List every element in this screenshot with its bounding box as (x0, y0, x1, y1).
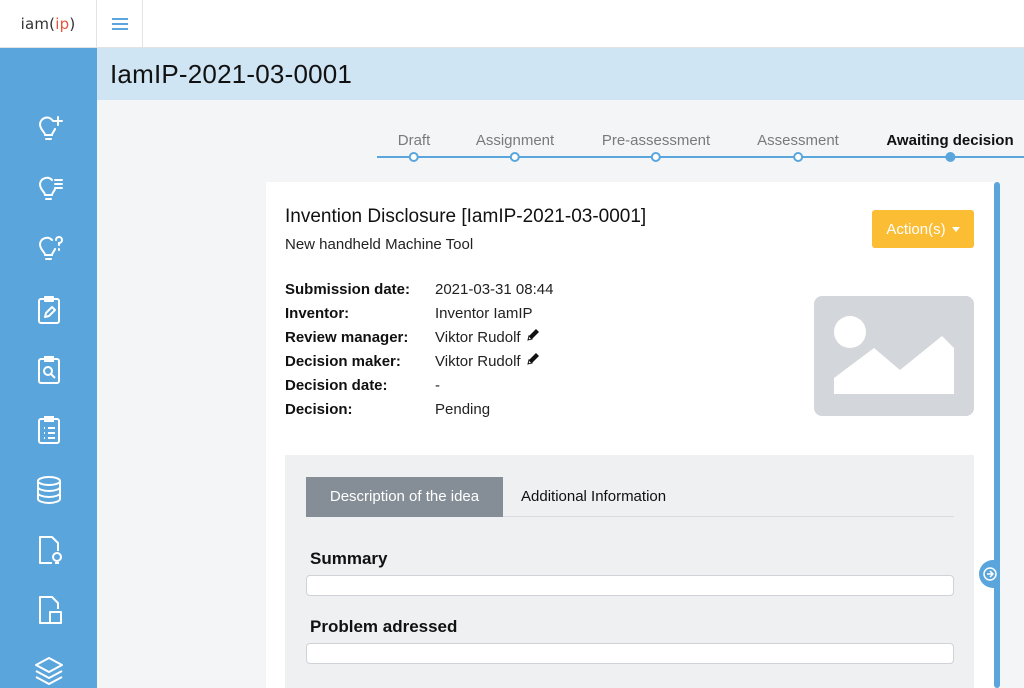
details-panel: Description of the idea Additional Infor… (285, 455, 974, 688)
step-draft[interactable]: Draft (398, 126, 430, 162)
problem-field[interactable] (306, 643, 954, 664)
decision-maker-value: Viktor Rudolf (435, 353, 521, 370)
clipboard-edit-icon[interactable] (0, 280, 97, 340)
logo-text: iam(ip) (20, 15, 76, 33)
sidebar (0, 48, 97, 688)
step-awaiting-decision[interactable]: Awaiting decision (886, 126, 1014, 162)
hamburger-menu-icon[interactable] (97, 0, 143, 48)
tab-additional-information[interactable]: Additional Information (505, 477, 682, 517)
page-title: IamIP-2021-03-0001 (110, 58, 353, 89)
card-title: Invention Disclosure [IamIP-2021-03-0001… (285, 206, 647, 227)
actions-button-label: Action(s) (886, 220, 946, 238)
layers-icon[interactable] (0, 640, 97, 688)
meta-list: Submission date: 2021-03-31 08:44 Invento… (285, 278, 553, 422)
image-placeholder-icon (814, 296, 974, 416)
meta-row: Decision: Pending (285, 401, 491, 418)
problem-heading: Problem adressed (310, 617, 458, 636)
document-copy-icon[interactable] (0, 580, 97, 640)
top-bar: iam(ip) (0, 0, 1024, 48)
pencil-icon[interactable] (526, 350, 541, 374)
workflow-stepper: Draft Assignment Pre-assessment Assessme… (377, 126, 1024, 166)
caret-down-icon (951, 226, 960, 232)
meta-row: Inventor: Inventor IamIP (285, 305, 533, 322)
title-bar: IamIP-2021-03-0001 (97, 48, 1024, 100)
meta-row: Review manager: Viktor Rudolf (285, 326, 553, 350)
step-pre-assessment[interactable]: Pre-assessment (602, 126, 710, 162)
step-assessment[interactable]: Assessment (757, 126, 839, 162)
disclosure-card: Invention Disclosure [IamIP-2021-03-0001… (266, 182, 996, 688)
review-manager-value: Viktor Rudolf (435, 329, 521, 346)
arrow-right-icon[interactable] (979, 560, 1000, 588)
meta-row: Decision date: - (285, 377, 440, 394)
clipboard-search-icon[interactable] (0, 340, 97, 400)
card-scrollbar[interactable] (994, 182, 1000, 688)
meta-row: Decision maker: Viktor Rudolf (285, 350, 553, 374)
logo[interactable]: iam(ip) (0, 0, 97, 48)
meta-row: Submission date: 2021-03-31 08:44 (285, 281, 554, 298)
pencil-icon[interactable] (526, 326, 541, 350)
document-lightbulb-icon[interactable] (0, 520, 97, 580)
summary-heading: Summary (310, 549, 388, 568)
tab-bar: Description of the idea Additional Infor… (306, 477, 954, 517)
summary-field[interactable] (306, 575, 954, 596)
card-subtitle: New handheld Machine Tool (285, 236, 474, 253)
actions-button[interactable]: Action(s) (872, 210, 974, 248)
lightbulb-list-icon[interactable] (0, 160, 97, 220)
stepper-line (377, 156, 1024, 158)
tab-description[interactable]: Description of the idea (306, 477, 503, 517)
lightbulb-question-icon[interactable] (0, 220, 97, 280)
clipboard-list-icon[interactable] (0, 400, 97, 460)
step-assignment[interactable]: Assignment (476, 126, 554, 162)
lightbulb-plus-icon[interactable] (0, 100, 97, 160)
database-icon[interactable] (0, 460, 97, 520)
